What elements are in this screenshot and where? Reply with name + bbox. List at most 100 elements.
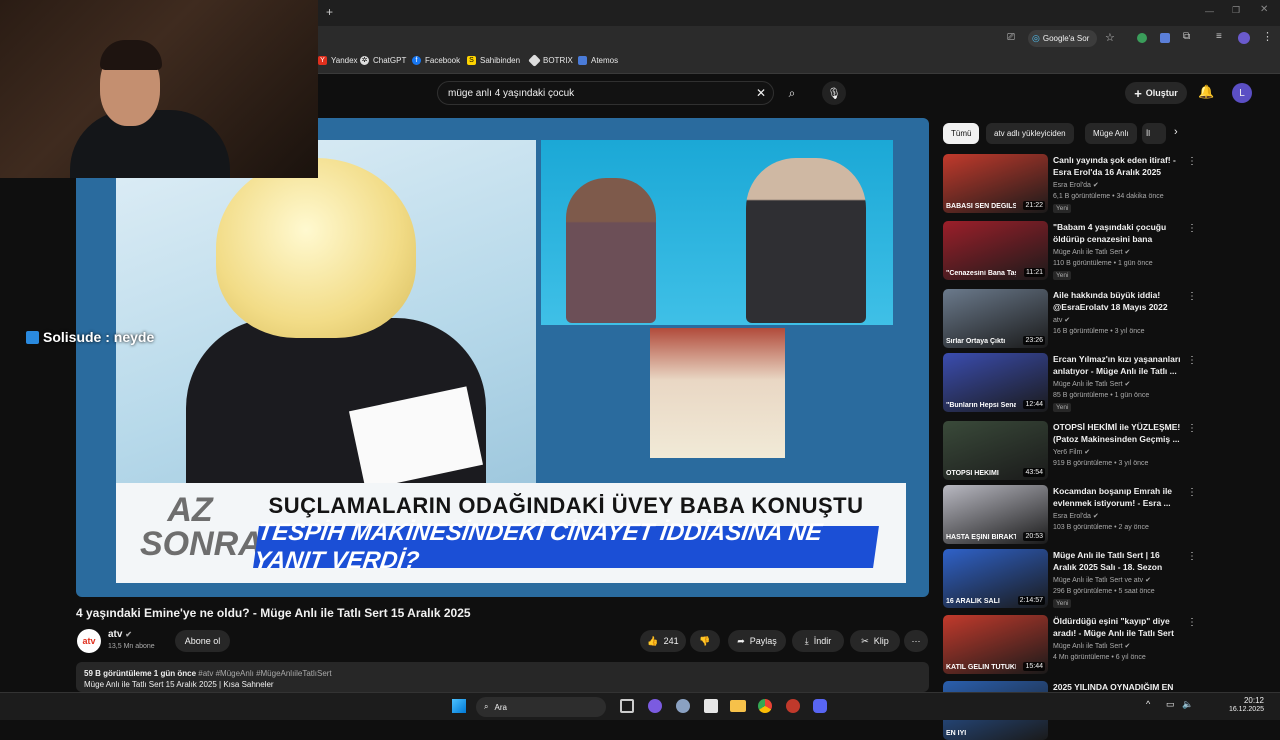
search-input[interactable]: müge anlı 4 yaşındaki çocuk ✕ xyxy=(437,81,774,105)
user-avatar[interactable]: L xyxy=(1232,83,1252,103)
chip-more[interactable]: İl xyxy=(1142,123,1166,144)
extensions-puzzle-icon[interactable]: ⧉ xyxy=(1183,31,1190,42)
search-icon[interactable]: ⌕ xyxy=(780,82,804,104)
bookmark-star-icon[interactable]: ☆ xyxy=(1105,31,1115,44)
translate-icon[interactable] xyxy=(1160,33,1170,43)
recommendation-item[interactable]: BABASI SEN DEĞİLSİN 21:22 Canlı yayında şo… xyxy=(943,154,1197,214)
extension-icon[interactable] xyxy=(1137,33,1147,43)
file-explorer-icon[interactable] xyxy=(730,700,746,712)
taskbar-date[interactable]: 16.12.2025 xyxy=(1212,706,1264,713)
bookmark-botrix[interactable]: BOTRIX xyxy=(528,54,573,67)
recommendation-thumbnail[interactable]: OTOPSİ HEKİMİ 43:54 xyxy=(943,421,1048,480)
microphone-icon[interactable]: 🎙 xyxy=(822,81,846,105)
more-options-icon[interactable]: ⋮ xyxy=(1187,423,1197,434)
bookmark-sahibinden[interactable]: S Sahibinden xyxy=(467,56,520,65)
recommendation-channel[interactable]: Esra Erol'da ✔ xyxy=(1053,181,1099,189)
more-options-icon[interactable]: ⋮ xyxy=(1187,617,1197,628)
recommendation-channel[interactable]: Esra Erol'da ✔ xyxy=(1053,512,1099,520)
more-options-icon[interactable]: ⋮ xyxy=(1187,355,1197,366)
clear-search-icon[interactable]: ✕ xyxy=(756,86,766,100)
recommendation-item[interactable]: 16 ARALIK SALI 2:14:57 Müge Anlı ile Tatlı… xyxy=(943,549,1197,609)
new-tab-button[interactable]: + xyxy=(326,5,333,19)
recommendation-title[interactable]: Canlı yayında şok eden itiraf! - Esra Er… xyxy=(1053,154,1181,178)
taskbar-time[interactable]: 20:12 xyxy=(1236,696,1264,705)
recommendation-thumbnail[interactable]: Sırlar Ortaya Çıktı 23:26 xyxy=(943,289,1048,348)
video-player[interactable]: AZ SONRA SUÇLAMALARIN ODAĞINDAKİ ÜVEY BA… xyxy=(76,118,929,597)
store-icon[interactable] xyxy=(704,699,718,713)
dislike-button[interactable]: 👎 xyxy=(690,630,720,652)
cast-icon[interactable]: ⎚ xyxy=(1007,32,1015,43)
recommendation-thumbnail[interactable]: HASTA EŞİNİ BIRAKTI 20:53 xyxy=(943,485,1048,544)
recommendation-channel[interactable]: Yer6 Film ✔ xyxy=(1053,448,1090,456)
more-options-icon[interactable]: ⋮ xyxy=(1187,291,1197,302)
reading-list-icon[interactable]: ≡ xyxy=(1216,31,1222,42)
discord-icon[interactable] xyxy=(813,699,827,713)
browser-menu-icon[interactable]: ⋮ xyxy=(1262,30,1273,43)
tray-chevron-icon[interactable]: ^ xyxy=(1146,699,1150,709)
recommendation-item[interactable]: KATİL GELİN TUTUKLANDI 15:44 Öldürdüğü eşi… xyxy=(943,615,1197,675)
app-icon[interactable] xyxy=(648,699,662,713)
recommendation-item[interactable]: OTOPSİ HEKİMİ 43:54 OTOPSİ HEKİMİ ile YÜZL… xyxy=(943,421,1197,481)
notifications-bell-icon[interactable]: 🔔 xyxy=(1198,84,1214,100)
recommendation-thumbnail[interactable]: KATİL GELİN TUTUKLANDI 15:44 xyxy=(943,615,1048,674)
recommendation-item[interactable]: HASTA EŞİNİ BIRAKTI 20:53 Kocamdan boşanıp… xyxy=(943,485,1197,545)
more-options-icon[interactable]: ⋮ xyxy=(1187,551,1197,562)
recommendation-title[interactable]: Ercan Yılmaz'ın kızı yaşananları anlatıy… xyxy=(1053,353,1181,377)
clip-button[interactable]: ✂ Klip xyxy=(850,630,900,652)
recommendation-thumbnail[interactable]: "Bunların Hepsi Senaryo" 12:44 xyxy=(943,353,1048,412)
share-button[interactable]: ➦ Paylaş xyxy=(728,630,786,652)
obs-icon[interactable] xyxy=(786,699,800,713)
profile-avatar[interactable] xyxy=(1238,32,1250,44)
recommendation-thumbnail[interactable]: BABASI SEN DEĞİLSİN 21:22 xyxy=(943,154,1048,213)
more-options-icon[interactable]: ⋮ xyxy=(1187,487,1197,498)
recommendation-thumbnail[interactable]: 16 ARALIK SALI 2:14:57 xyxy=(943,549,1048,608)
chip-muge-anli[interactable]: Müge Anlı xyxy=(1085,123,1137,144)
recommendation-channel[interactable]: Müge Anlı ile Tatlı Sert ✔ xyxy=(1053,380,1130,388)
google-ask-button[interactable]: ◎ Google'a Sor xyxy=(1028,30,1097,47)
bookmark-atemos[interactable]: Atemos xyxy=(578,56,618,65)
recommendation-title[interactable]: OTOPSİ HEKİMİ ile YÜZLEŞME! (Patoz Makin… xyxy=(1053,421,1181,445)
bookmark-yandex[interactable]: Y Yandex xyxy=(318,56,358,65)
chrome-icon[interactable] xyxy=(758,699,772,713)
close-window-icon[interactable]: ✕ xyxy=(1260,4,1268,15)
recommendation-thumbnail[interactable]: "Cenazesini Bana Taşıttı" 11:21 xyxy=(943,221,1048,280)
recommendation-meta: 296 B görüntüleme • 5 saat önce xyxy=(1053,588,1155,595)
recommendation-item[interactable]: EN İYİ 2025 YILINDA OYNADIĞIM EN xyxy=(943,681,1183,740)
minimize-icon[interactable]: — xyxy=(1205,6,1214,16)
recommendation-item[interactable]: Sırlar Ortaya Çıktı 23:26 Aile hakkında bü… xyxy=(943,289,1197,349)
recommendation-channel[interactable]: atv ✔ xyxy=(1053,316,1070,324)
channel-name[interactable]: atv ✔ xyxy=(108,629,132,640)
recommendation-title[interactable]: Öldürdüğü eşini "kayıp" diye aradı! - Mü… xyxy=(1053,615,1181,639)
recommendation-item[interactable]: "Cenazesini Bana Taşıttı" 11:21 "Babam 4 y… xyxy=(943,221,1197,281)
channel-avatar[interactable]: atv xyxy=(77,629,101,653)
recommendation-title[interactable]: Müge Anlı ile Tatlı Sert | 16 Aralık 202… xyxy=(1053,549,1181,573)
recommendation-item[interactable]: "Bunların Hepsi Senaryo" 12:44 Ercan Yılma… xyxy=(943,353,1197,413)
more-actions-button[interactable]: ⋯ xyxy=(904,630,928,652)
recommendation-channel[interactable]: Müge Anlı ile Tatlı Sert ✔ xyxy=(1053,248,1130,256)
bookmark-facebook[interactable]: f Facebook xyxy=(412,56,460,65)
chip-all[interactable]: Tümü xyxy=(943,123,980,144)
volume-icon[interactable]: 🔈 xyxy=(1182,699,1193,710)
recommendation-title[interactable]: Aile hakkında büyük iddia! @EsraErolatv … xyxy=(1053,289,1181,313)
chevron-right-icon[interactable]: › xyxy=(1174,126,1178,138)
like-button[interactable]: 👍 241 xyxy=(640,630,686,652)
download-button[interactable]: ⤓ İndir xyxy=(792,630,844,652)
subscribe-button[interactable]: Abone ol xyxy=(175,630,230,652)
maximize-icon[interactable]: ❐ xyxy=(1232,5,1240,16)
recommendation-title[interactable]: Kocamdan boşanıp Emrah ile evlenmek isti… xyxy=(1053,485,1181,509)
recommendation-channel[interactable]: Müge Anlı ile Tatlı Sert ve atv ✔ xyxy=(1053,576,1151,584)
recommendation-channel[interactable]: Müge Anlı ile Tatlı Sert ✔ xyxy=(1053,642,1130,650)
verified-icon: ✔ xyxy=(1145,577,1151,584)
description-box[interactable]: 59 B görüntüleme 1 gün önce #atv #MügeAn… xyxy=(76,662,929,692)
more-options-icon[interactable]: ⋮ xyxy=(1187,223,1197,234)
settings-icon[interactable] xyxy=(676,699,690,713)
more-options-icon[interactable]: ⋮ xyxy=(1187,156,1197,167)
chip-uploader[interactable]: atv adlı yükleyiciden xyxy=(986,123,1074,144)
start-icon[interactable] xyxy=(452,699,466,713)
create-button[interactable]: + Oluştur xyxy=(1125,82,1187,104)
task-view-icon[interactable] xyxy=(620,699,634,713)
bookmark-chatgpt[interactable]: ✲ ChatGPT xyxy=(360,56,406,65)
network-icon[interactable]: ▭ xyxy=(1166,699,1175,710)
recommendation-title[interactable]: "Babam 4 yaşındaki çocuğu öldürüp cenaze… xyxy=(1053,221,1181,245)
taskbar-search[interactable]: ⌕ Ara xyxy=(476,697,606,717)
